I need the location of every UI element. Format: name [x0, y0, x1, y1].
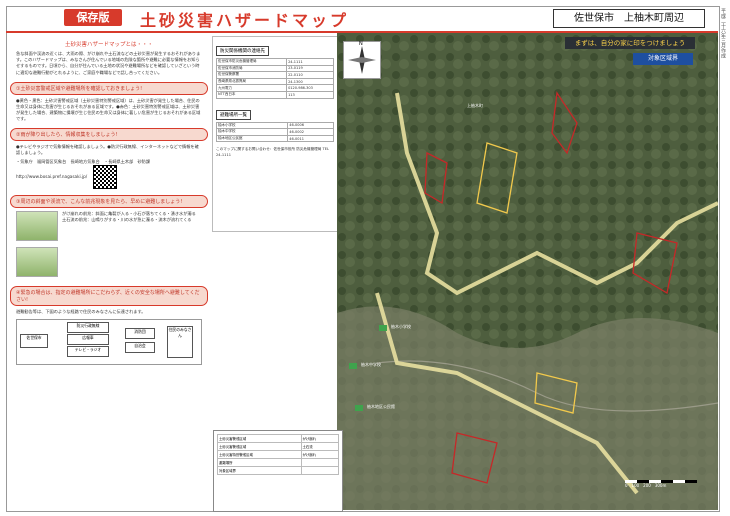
table-row: 土砂災害警戒区域 がけ崩れ	[217, 434, 340, 443]
info-links: ・気象庁 福岡管区気象台 長崎地方気象台 ・長崎県土木部 砂防課 http://…	[16, 158, 155, 179]
table-row: 避難場所	[217, 458, 340, 467]
landslide-illustration-icon	[16, 210, 58, 241]
table-cell: 佐世保警察署	[215, 71, 288, 79]
place-label: 柚木地区公民館	[367, 404, 395, 409]
place-label: 柚木中学校	[361, 362, 381, 367]
section-3-heading: ③周辺の斜面や渓流で、こんな前兆現象を見たら、早めに避難しましょう!	[10, 194, 208, 208]
table-cell	[300, 466, 340, 475]
table-cell: 0120-986-303	[286, 84, 334, 92]
table-cell: 土砂災害特別警戒区域	[217, 450, 302, 459]
flow-node-residents: 住民のみなさん	[167, 325, 193, 358]
table-cell: 22-0110	[286, 71, 334, 79]
info-footnote: このマップに関するお問い合わせ：佐世保市役所 防災危機管理局 TEL 24-11…	[216, 147, 329, 158]
contact-title: 防災関係機関の連絡先	[216, 46, 269, 56]
table-cell: 土石流	[300, 442, 340, 451]
legend: 土砂災害警戒区域 がけ崩れ 土砂災害警戒区域 土石流 土砂災害特別警戒区域 がけ崩れ 避難場…	[213, 430, 343, 512]
section-1-text: ●黄色・黒色：土砂災害警戒区域（土砂災害特別警戒区域）は、土砂災害が発生した場合…	[16, 97, 201, 121]
contact-table: 佐世保市防災危機管理局 24-1111 佐世保市消防局 23-0119 佐世保警察署 22…	[215, 58, 334, 99]
shelter-marker-icon[interactable]	[355, 405, 363, 411]
table-row: 柚木中学校 46-0002	[215, 128, 334, 136]
left-panel: 土砂災害ハザードマップとは・・・ 急な斜面や渓流の近くは、大雨の際、がけ崩れや土…	[10, 36, 208, 506]
hazard-map[interactable]: N まずは、自分の家に印をつけましょう 対象区域界 上柚木町 柚木小学校 柚木中…	[337, 33, 718, 510]
intro-text: 急な斜面や渓流の近くは、大雨の際、がけ崩れや土石流などの土砂災害が発生するおそれ…	[16, 51, 201, 75]
qr-code-icon	[93, 164, 118, 189]
flow-node-city: 佐世保市	[20, 333, 48, 348]
table-row: NTT西日本 113	[215, 90, 334, 99]
table-cell: 土砂災害警戒区域	[217, 442, 302, 451]
compass-north-label: N	[359, 41, 363, 47]
table-cell: 46-0011	[287, 134, 334, 143]
table-cell: 柚木地区公民館	[215, 134, 289, 143]
section-4: ④緊急の場合は、指定の避難場所にこだわらず、近くの安全な場所へ避難してください!…	[10, 285, 208, 365]
table-cell: 46-0006	[287, 121, 334, 130]
flow-node-council: 自治会	[125, 341, 155, 353]
table-cell: 佐世保市防災危機管理局	[215, 58, 288, 66]
table-cell: 長崎県県北振興局	[215, 77, 288, 86]
flow-node-fire: 消防団	[125, 327, 155, 339]
section-3-text: がけ崩れの前兆：斜面に亀裂が入る・小石が落ちてくる・湧き水が濁る 土石流の前兆：…	[62, 210, 200, 222]
section-1: ①土砂災害警戒区域や避難場所を確認しておきましょう! ●黄色・黒色：土砂災害警戒…	[10, 81, 208, 122]
section-3: ③周辺の斜面や渓流で、こんな前兆現象を見たら、早めに避難しましょう! がけ崩れの…	[10, 194, 208, 280]
map-canvas	[337, 33, 718, 510]
table-cell: 24-1300	[286, 77, 334, 86]
table-row: 土砂災害警戒区域 土石流	[217, 442, 340, 451]
section-2-heading: ②雨が降り出したら、情報収集をしましょう!	[10, 127, 208, 141]
table-cell: 23-0119	[286, 64, 334, 73]
compass-icon: N	[343, 41, 381, 79]
creation-date: 平成二十六年三月作成	[720, 8, 726, 58]
target-area-label: 対象区域界	[633, 53, 693, 65]
table-cell: 避難場所	[217, 458, 302, 467]
scale-bar: 0 100 200 300m	[625, 480, 697, 496]
save-badge: 保存版	[64, 9, 122, 26]
table-row: 柚木地区公民館 46-0011	[215, 134, 334, 143]
table-cell: 24-1111	[286, 58, 334, 66]
warning-illustrations: がけ崩れの前兆：斜面に亀裂が入る・小石が落ちてくる・湧き水が濁る 土石流の前兆：…	[10, 208, 208, 244]
table-cell: 46-0002	[287, 128, 334, 136]
section-2: ②雨が降り出したら、情報収集をしましょう! ●テレビやラジオで気象情報を確認しま…	[10, 127, 208, 189]
shelter-marker-icon[interactable]	[349, 363, 357, 369]
table-cell: 柚木小学校	[215, 121, 289, 130]
table-row: 対象区域界	[217, 466, 340, 475]
warning-illustrations-2	[10, 244, 208, 280]
table-row: 土砂災害特別警戒区域 がけ崩れ	[217, 450, 340, 459]
table-cell: がけ崩れ	[300, 434, 340, 443]
section-2-links: ・気象庁 福岡管区気象台 長崎地方気象台 ・長崎県土木部 砂防課 http://…	[10, 156, 208, 189]
scale-label: 0 100 200 300m	[625, 483, 667, 488]
section-2-text: ●テレビやラジオで気象情報を確認しましょう。●防災行政無線、インターネットなどで…	[16, 143, 199, 155]
intro-title: 土砂災害ハザードマップとは・・・	[64, 42, 153, 48]
shelter-table: 柚木小学校 46-0006 柚木中学校 46-0002 柚木地区公民館 46-0011	[215, 121, 334, 143]
table-row: 長崎県県北振興局 24-1300	[215, 77, 334, 86]
place-label: 柚木小学校	[391, 324, 411, 329]
page-title: 土砂災害ハザードマップ	[140, 11, 350, 30]
table-cell: NTT西日本	[215, 90, 288, 99]
table-row: 九州電力 0120-986-303	[215, 84, 334, 92]
shelter-marker-icon[interactable]	[379, 325, 387, 331]
table-cell: 佐世保市消防局	[215, 64, 288, 73]
table-row: 佐世保市防災危機管理局 24-1111	[215, 58, 334, 66]
table-cell: 九州電力	[215, 84, 288, 92]
legend-table: 土砂災害警戒区域 がけ崩れ 土砂災害警戒区域 土石流 土砂災害特別警戒区域 がけ崩れ 避難場…	[217, 434, 340, 475]
flow-node-tv: テレビ・ラジオ	[67, 345, 109, 357]
table-cell	[300, 458, 340, 467]
area-name: 佐世保市 上柚木町周辺	[553, 9, 705, 28]
shelter-title: 避難場所一覧	[216, 109, 251, 120]
table-row: 佐世保市消防局 23-0119	[215, 64, 334, 73]
alert-flow-diagram: 佐世保市 防災行政無線 広報車 テレビ・ラジオ 消防団 自治会 住民のみなさん	[16, 318, 202, 365]
map-instruction: まずは、自分の家に印をつけましょう	[565, 37, 695, 49]
table-cell: 113	[286, 90, 334, 99]
flow-node-car: 広報車	[67, 333, 109, 345]
section-4-text: 避難勧告等は、下図のような経路で住民のみなさんに伝達されます。	[16, 308, 146, 314]
table-cell: がけ崩れ	[300, 450, 340, 459]
section-4-heading: ④緊急の場合は、指定の避難場所にこだわらず、近くの安全な場所へ避難してください!	[10, 285, 208, 306]
info-panel: 防災関係機関の連絡先 佐世保市防災危機管理局 24-1111 佐世保市消防局 23-0…	[212, 36, 338, 232]
flow-node-radio: 防災行政無線	[67, 321, 109, 333]
place-label: 上柚木町	[467, 103, 483, 108]
table-row: 柚木小学校 46-0006	[215, 121, 334, 130]
table-cell: 柚木中学校	[215, 128, 289, 136]
debris-flow-illustration-icon	[16, 246, 58, 277]
section-1-heading: ①土砂災害警戒区域や避難場所を確認しておきましょう!	[10, 81, 208, 95]
table-row: 佐世保警察署 22-0110	[215, 71, 334, 79]
table-cell: 土砂災害警戒区域	[217, 434, 302, 443]
table-cell: 対象区域界	[217, 466, 302, 475]
